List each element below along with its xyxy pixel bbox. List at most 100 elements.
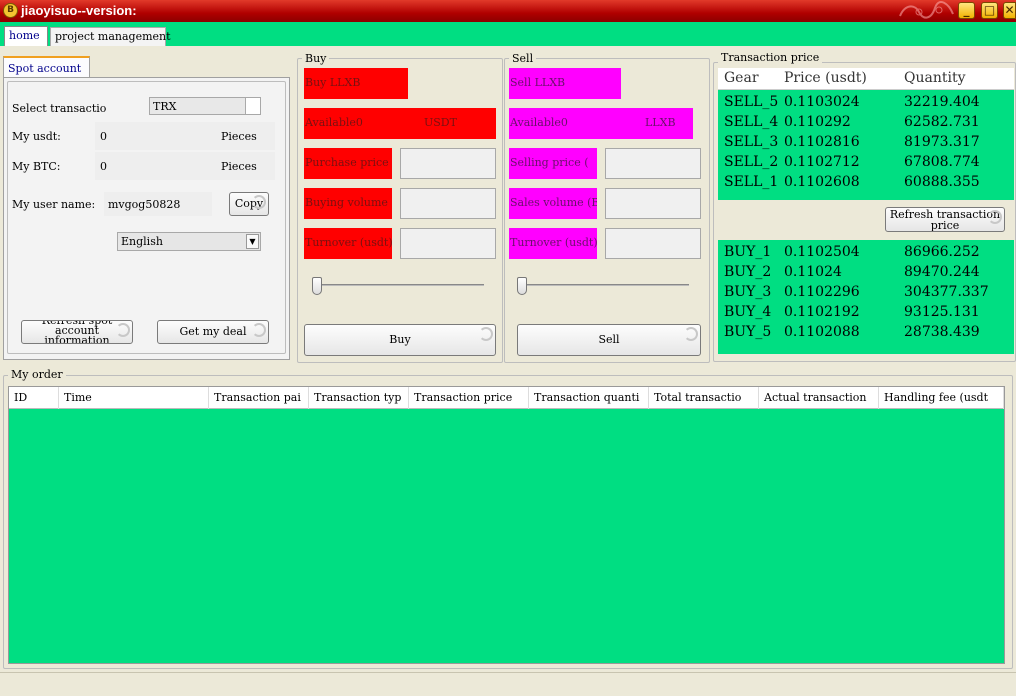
buy-row[interactable]: BUY_1 0.1102504 86966.252 [718,242,1012,262]
buy-slider-track[interactable] [312,284,484,286]
buying-volume-input[interactable] [400,188,496,219]
sell-gear: SELL_1 [724,174,779,190]
sell-row[interactable]: SELL_4 0.110292 62582.731 [718,112,1012,132]
sell-qty: 81973.317 [904,134,980,150]
sell-gear: SELL_4 [724,114,779,130]
sell-group-title: Sell [509,52,537,65]
usdt-value: 0 [100,130,107,143]
sales-volume-label: Sales volume (B [509,188,597,219]
sell-available-row: Available0 LLXB [509,108,693,139]
title-ornament-icon [899,1,954,19]
copy-button[interactable]: Copy [229,192,269,216]
sales-volume-input[interactable] [605,188,701,219]
sell-row[interactable]: SELL_1 0.1102608 60888.355 [718,172,1012,192]
tab-spot-account[interactable]: Spot account [3,56,90,78]
header-price: Price (usdt) [784,70,867,86]
select-transaction-label: Select transactio [12,102,107,115]
sell-pair-label: Sell LLXB [509,68,621,99]
order-column-header[interactable]: Actual transaction [759,387,879,409]
buy-qty: 304377.337 [904,284,989,300]
btc-label: My BTC: [12,160,61,173]
refresh-spot-button[interactable]: Refresh spot account information [21,320,133,344]
minimize-button[interactable]: _ [958,2,975,19]
buy-gear: BUY_3 [724,284,772,300]
sell-turnover-input[interactable] [605,228,701,259]
sell-available-label: Available0 [510,116,568,129]
sell-qty: 60888.355 [904,174,980,190]
buy-qty: 28738.439 [904,324,980,340]
tab-project-management[interactable]: project management [50,27,171,46]
order-table-header: ID Time Transaction pai Transaction typ Tran… [9,387,1004,409]
sell-available-unit: LLXB [645,116,676,129]
app-icon: B [3,3,18,18]
window-title: jiaoyisuo--version: [21,3,137,18]
buy-gear: BUY_5 [724,324,772,340]
btc-value: 0 [100,160,107,173]
sell-button[interactable]: Sell [517,324,701,356]
title-bar[interactable]: B jiaoyisuo--version: _ □ ✕ [0,0,1016,22]
sell-price: 0.1102712 [784,154,860,170]
transaction-price-title: Transaction price [718,51,823,64]
btc-unit: Pieces [221,160,257,173]
order-table[interactable]: ID Time Transaction pai Transaction typ Tran… [8,386,1005,664]
transaction-pair-value: TRX [153,100,177,113]
buy-row[interactable]: BUY_5 0.1102088 28738.439 [718,322,1012,342]
buy-qty: 89470.244 [904,264,980,280]
sell-row[interactable]: SELL_2 0.1102712 67808.774 [718,152,1012,172]
sell-gear: SELL_2 [724,154,779,170]
username-value: mvgog50828 [108,198,181,211]
sell-qty: 62582.731 [904,114,980,130]
buy-turnover-input[interactable] [400,228,496,259]
sell-price: 0.1103024 [784,94,860,110]
order-column-header[interactable]: Transaction price [409,387,529,409]
order-column-header[interactable]: Transaction pai [209,387,309,409]
transaction-pair-select[interactable]: TRX [149,97,261,115]
order-column-header[interactable]: Transaction quanti [529,387,649,409]
order-column-header[interactable]: Transaction typ [309,387,409,409]
chevron-down-icon[interactable]: ▼ [246,234,259,249]
buy-available-unit: USDT [424,116,457,129]
buy-row[interactable]: BUY_2 0.11024 89470.244 [718,262,1012,282]
order-column-header[interactable]: Time [59,387,209,409]
buy-row[interactable]: BUY_4 0.1102192 93125.131 [718,302,1012,322]
refresh-price-button[interactable]: Refresh transaction price [885,207,1005,232]
sell-row[interactable]: SELL_5 0.1103024 32219.404 [718,92,1012,112]
sell-gear: SELL_5 [724,94,779,110]
selling-price-input[interactable] [605,148,701,179]
buy-button[interactable]: Buy [304,324,496,356]
maximize-button[interactable]: □ [981,2,998,19]
purchase-price-input[interactable] [400,148,496,179]
order-column-header[interactable]: Total transactio [649,387,759,409]
sell-price: 0.1102816 [784,134,860,150]
sell-row[interactable]: SELL_3 0.1102816 81973.317 [718,132,1012,152]
refresh-spot-label: Refresh spot account information [41,320,113,344]
buy-group-title: Buy [302,52,330,65]
status-bar [0,672,1016,696]
app-window: B jiaoyisuo--version: _ □ ✕ home project… [0,0,1016,696]
header-quantity: Quantity [904,70,966,86]
pair-dropdown-icon[interactable] [245,98,260,114]
sell-gear: SELL_3 [724,134,779,150]
usdt-readout: 0 Pieces [95,122,275,150]
language-value: English [121,235,163,248]
sell-slider-thumb[interactable] [517,277,527,295]
order-column-header[interactable]: Handling fee (usdt [879,387,1004,409]
btc-readout: 0 Pieces [95,152,275,180]
order-column-header[interactable]: ID [9,387,59,409]
buy-price: 0.1102192 [784,304,860,320]
purchase-price-label: Purchase price [304,148,392,179]
buying-volume-label: Buying volume ( [304,188,392,219]
language-select[interactable]: English ▼ [117,232,261,251]
buy-slider-thumb[interactable] [312,277,322,295]
sell-price: 0.1102608 [784,174,860,190]
spot-account-panel [3,77,290,360]
sell-slider-track[interactable] [517,284,689,286]
get-my-deal-button[interactable]: Get my deal [157,320,269,344]
close-button[interactable]: ✕ [1003,2,1016,19]
buy-row[interactable]: BUY_3 0.1102296 304377.337 [718,282,1012,302]
tab-home[interactable]: home [4,26,48,46]
sell-qty: 67808.774 [904,154,980,170]
buy-qty: 93125.131 [904,304,980,320]
username-label: My user name: [12,198,96,211]
buy-available-row: Available0 USDT [304,108,496,139]
